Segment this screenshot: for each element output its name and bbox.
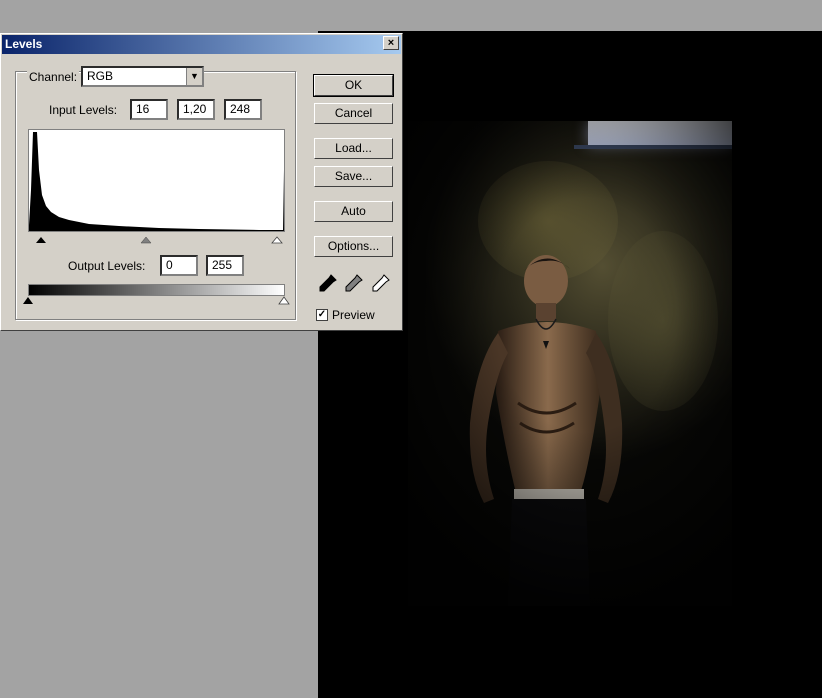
output-black-slider-handle — [23, 297, 33, 304]
histogram — [28, 129, 285, 232]
white-point-slider-handle — [271, 236, 283, 244]
preview-label[interactable]: Preview — [332, 308, 375, 322]
save-button[interactable]: Save... — [314, 166, 393, 187]
gray-point-eyedropper-icon[interactable] — [343, 272, 365, 294]
input-levels-label: Input Levels: — [49, 103, 118, 117]
cancel-button[interactable]: Cancel — [314, 103, 393, 124]
histogram-graph — [29, 132, 284, 231]
output-levels-slider[interactable] — [23, 296, 290, 305]
photo-vignette — [408, 121, 732, 606]
output-white-slider-handle — [278, 296, 290, 305]
output-levels-label: Output Levels: — [68, 259, 146, 273]
channel-label: Channel: — [27, 70, 80, 84]
preview-checkbox[interactable]: ✓ — [316, 309, 328, 321]
document-photo[interactable] — [408, 121, 732, 606]
auto-button[interactable]: Auto — [314, 201, 393, 222]
load-button[interactable]: Load... — [314, 138, 393, 159]
output-level-black-field[interactable]: 0 — [160, 255, 198, 276]
black-point-slider-handle — [36, 237, 46, 243]
input-levels-slider[interactable] — [28, 233, 285, 244]
close-button[interactable]: × — [383, 36, 399, 50]
black-point-eyedropper-icon[interactable] — [317, 272, 339, 294]
gamma-slider-handle — [140, 236, 152, 244]
output-level-white-field[interactable]: 255 — [206, 255, 244, 276]
chevron-down-icon[interactable]: ▼ — [186, 68, 202, 85]
input-level-white-field[interactable]: 248 — [224, 99, 262, 120]
channel-value: RGB — [87, 69, 114, 83]
input-level-gamma-field[interactable]: 1,20 — [177, 99, 215, 120]
options-button[interactable]: Options... — [314, 236, 393, 257]
levels-dialog: Levels × Channel: RGB ▼ Input Levels: 16… — [0, 33, 403, 331]
channel-select[interactable]: RGB ▼ — [81, 66, 204, 87]
dialog-title[interactable]: Levels — [2, 35, 401, 54]
ok-button[interactable]: OK — [313, 74, 394, 97]
white-point-eyedropper-icon[interactable] — [370, 272, 392, 294]
input-level-black-field[interactable]: 16 — [130, 99, 168, 120]
output-gradient-bar — [28, 284, 285, 296]
